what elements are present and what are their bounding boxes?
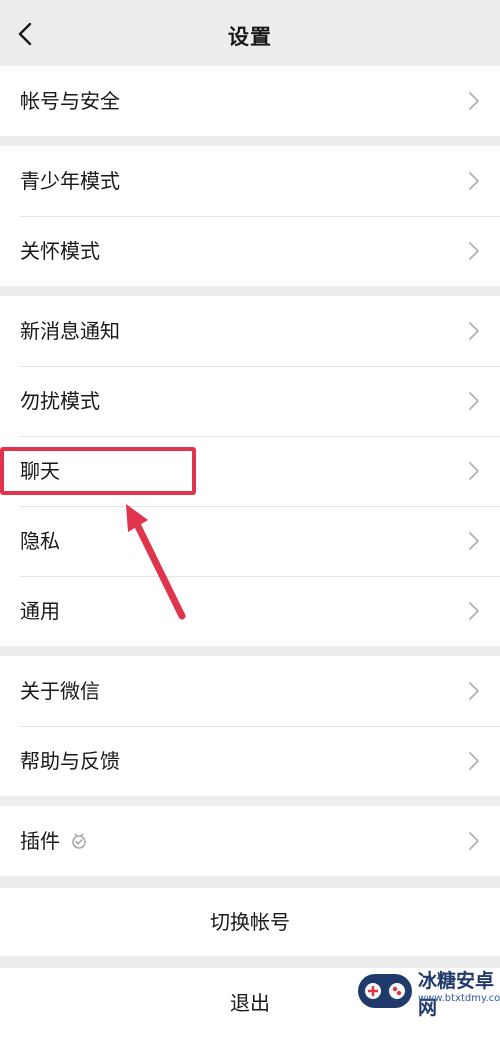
switch-account-button[interactable]: 切换帐号 <box>0 888 500 956</box>
chevron-right-icon <box>469 602 479 620</box>
chevron-right-icon <box>469 172 479 190</box>
settings-item-teen-mode[interactable]: 青少年模式 <box>0 146 500 216</box>
settings-item-label: 青少年模式 <box>20 169 120 193</box>
chevron-right-icon <box>469 322 479 340</box>
chevron-right-icon <box>469 462 479 480</box>
watermark-url: www.btxtdmy.com <box>418 993 500 1004</box>
settings-group-about: 关于微信 帮助与反馈 <box>0 656 500 796</box>
highlight-box <box>0 447 196 495</box>
settings-item-privacy[interactable]: 隐私 <box>0 506 500 576</box>
settings-group-account: 帐号与安全 <box>0 66 500 136</box>
watermark-logo-icon <box>358 974 412 1008</box>
settings-item-label: 插件 <box>20 829 60 853</box>
settings-item-label: 帐号与安全 <box>20 89 120 113</box>
settings-item-general[interactable]: 通用 <box>0 576 500 646</box>
plugin-icon <box>72 833 86 849</box>
watermark: 冰糖安卓网 www.btxtdmy.com <box>356 960 500 1022</box>
page-title: 设置 <box>228 25 272 49</box>
settings-item-notifications[interactable]: 新消息通知 <box>0 296 500 366</box>
chevron-right-icon <box>469 92 479 110</box>
settings-item-help-feedback[interactable]: 帮助与反馈 <box>0 726 500 796</box>
settings-item-plugins[interactable]: 插件 <box>0 806 500 876</box>
settings-item-do-not-disturb[interactable]: 勿扰模式 <box>0 366 500 436</box>
settings-group-plugins: 插件 <box>0 806 500 876</box>
switch-account-label: 切换帐号 <box>210 910 290 934</box>
chevron-right-icon <box>469 682 479 700</box>
chevron-right-icon <box>469 532 479 550</box>
settings-item-label: 通用 <box>20 599 60 623</box>
settings-item-label: 隐私 <box>20 529 60 553</box>
settings-item-account-security[interactable]: 帐号与安全 <box>0 66 500 136</box>
settings-group-modes: 青少年模式 关怀模式 <box>0 146 500 286</box>
chevron-right-icon <box>469 392 479 410</box>
settings-item-label: 勿扰模式 <box>20 389 100 413</box>
settings-item-about[interactable]: 关于微信 <box>0 656 500 726</box>
settings-item-label: 关于微信 <box>20 679 100 703</box>
chevron-right-icon <box>469 752 479 770</box>
settings-item-label: 新消息通知 <box>20 319 120 343</box>
chevron-right-icon <box>469 832 479 850</box>
nav-bar: 设置 <box>0 0 500 66</box>
chevron-right-icon <box>469 242 479 260</box>
annotation-arrow-icon <box>126 504 186 620</box>
settings-item-care-mode[interactable]: 关怀模式 <box>0 216 500 286</box>
logout-label: 退出 <box>230 991 270 1015</box>
settings-item-label: 关怀模式 <box>20 239 100 263</box>
settings-item-label: 帮助与反馈 <box>20 749 120 773</box>
